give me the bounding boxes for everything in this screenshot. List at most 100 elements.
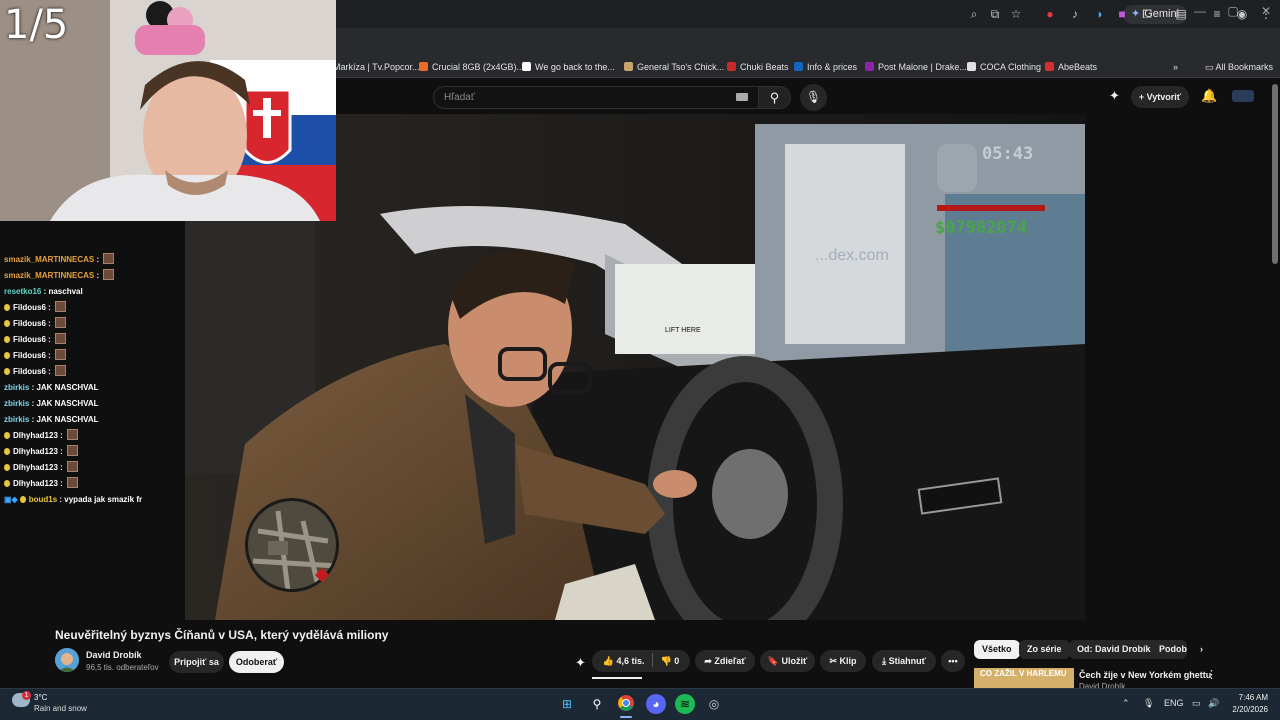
share-button[interactable]: ➦ Zdieľať: [695, 650, 755, 672]
thumbs-down-icon: 👎: [660, 656, 672, 666]
bookmark-item[interactable]: Post Malone | Drake...: [865, 59, 967, 75]
bookmark-item[interactable]: AbeBeats: [1045, 59, 1097, 75]
chip-from-channel[interactable]: Od: David Drobík: [1069, 640, 1159, 659]
weather-description[interactable]: Rain and snow: [34, 704, 87, 713]
mic-icon: 🎙: [805, 90, 822, 104]
bookmarks-overflow-icon[interactable]: »: [1173, 59, 1178, 75]
bookmark-star-icon[interactable]: ☆: [1008, 6, 1024, 22]
chat-username: Fildous6: [13, 367, 46, 376]
chat-message: Fildous6 :: [0, 348, 185, 364]
chat-emote-icon: [55, 301, 66, 312]
chat-badge-icon: [4, 304, 10, 311]
clip-button[interactable]: ✂ Klip: [820, 650, 866, 672]
bookmark-item[interactable]: General Tso's Chick...: [624, 59, 724, 75]
bell-icon[interactable]: 🔔: [1201, 88, 1217, 104]
mic-tray-icon[interactable]: 🎙: [1143, 698, 1154, 709]
minimize-button[interactable]: —: [1189, 4, 1211, 18]
extensions-puzzle-icon[interactable]: ⧠: [1139, 6, 1155, 22]
chat-separator: :: [94, 271, 102, 280]
profile-avatar-icon[interactable]: ◉: [1234, 6, 1250, 22]
chip-all[interactable]: Všetko: [974, 640, 1020, 659]
chip-series[interactable]: Zo série: [1019, 640, 1070, 659]
network-icon[interactable]: ▭: [1192, 698, 1201, 709]
channel-avatar[interactable]: [55, 648, 79, 672]
chat-badge-icon: [4, 432, 10, 439]
extension-icon[interactable]: ♪: [1067, 6, 1083, 22]
ai-sparkle-icon[interactable]: ✦: [575, 655, 586, 671]
join-button[interactable]: Pripojiť sa: [169, 651, 224, 673]
chat-separator: :: [94, 255, 102, 264]
chips-next-icon[interactable]: ›: [1192, 640, 1211, 659]
weather-badge: 1: [22, 691, 31, 700]
all-bookmarks-button[interactable]: ▭ All Bookmarks: [1205, 59, 1273, 75]
scissors-icon: ✂: [829, 656, 840, 666]
voice-search-button[interactable]: 🎙: [800, 84, 827, 111]
weather-temperature[interactable]: 3°C: [34, 693, 47, 702]
keyboard-icon[interactable]: [736, 93, 748, 101]
chat-separator: :: [45, 319, 53, 328]
chat-username: smazik_MARTINNECAS: [4, 271, 95, 280]
chip-similar[interactable]: Podob: [1151, 640, 1187, 659]
bookmark-item[interactable]: Info & prices: [794, 59, 857, 75]
volume-icon[interactable]: 🔊: [1208, 698, 1219, 709]
chat-username: Fildous6: [13, 303, 46, 312]
chat-message: Dlhyhad123 :: [0, 460, 185, 476]
clock-date[interactable]: 2/20/2026: [1226, 705, 1268, 714]
tray-overflow-icon[interactable]: ⌃: [1122, 698, 1130, 709]
chat-badge-icon: [19, 496, 26, 503]
chat-text: JAK NASCHVAL: [36, 399, 99, 408]
bookmark-item[interactable]: COCA Clothing: [967, 59, 1041, 75]
bookmark-item[interactable]: We go back to the...: [522, 59, 615, 75]
chat-message: Fildous6 :: [0, 332, 185, 348]
subscribe-button[interactable]: Odoberať: [229, 651, 284, 673]
save-button[interactable]: 🔖 Uložiť: [760, 650, 815, 672]
ai-sparkle-icon[interactable]: ✦: [1109, 88, 1120, 104]
create-button[interactable]: + Vytvoriť: [1131, 86, 1189, 108]
app-icon[interactable]: ◎: [704, 694, 724, 714]
discord-icon[interactable]: ◕: [646, 694, 666, 714]
bookmark-item[interactable]: Chuki Beats: [727, 59, 789, 75]
channel-name[interactable]: David Drobík: [86, 650, 142, 660]
chat-username: Dlhyhad123: [13, 447, 58, 456]
extension-icon[interactable]: ■: [1114, 6, 1130, 22]
scrollbar[interactable]: [1272, 84, 1278, 264]
account-avatar[interactable]: [1232, 90, 1254, 102]
dislike-button[interactable]: 👎 0: [661, 656, 680, 666]
chat-message: resetko16 : naschval: [0, 284, 185, 300]
chat-separator: :: [45, 367, 53, 376]
zoom-icon[interactable]: ⌕: [966, 6, 982, 22]
recommendation-title[interactable]: Čech žije v New Yorkém ghettu: [1079, 670, 1211, 680]
windows-start-icon[interactable]: ⊞: [557, 694, 577, 714]
chat-username: zbirkis: [4, 399, 30, 408]
clock-time[interactable]: 7:46 AM: [1236, 693, 1268, 702]
recommendation-menu-icon[interactable]: ⋮: [1206, 668, 1217, 681]
search-input[interactable]: Hľadať: [433, 86, 759, 109]
taskbar: [0, 688, 1280, 720]
spotify-icon[interactable]: ≋: [675, 694, 695, 714]
chrome-icon[interactable]: [616, 694, 636, 714]
bookmark-item[interactable]: Crucial 8GB (2x4GB)...: [419, 59, 524, 75]
dislike-count: 0: [674, 656, 680, 666]
menu-dots-icon[interactable]: ⋮: [1258, 6, 1274, 22]
search-button[interactable]: ⚲: [758, 86, 791, 109]
chrome-logo: [618, 695, 634, 711]
like-button[interactable]: 👍 4,6 tis.: [603, 656, 645, 666]
recommendation-thumbnail[interactable]: CO ZAŽIL V HARLEMU: [974, 668, 1074, 688]
language-indicator[interactable]: ENG: [1164, 698, 1184, 708]
download-button[interactable]: ⤓ Stiahnuť: [872, 650, 936, 672]
extension-icon[interactable]: ●: [1042, 6, 1058, 22]
cast-icon[interactable]: ⧉: [987, 6, 1003, 22]
taskbar-search-icon[interactable]: ⚲: [587, 694, 607, 714]
chat-message: Fildous6 :: [0, 300, 185, 316]
chat-text: naschval: [48, 287, 83, 296]
bookmark-favicon: [419, 62, 428, 71]
plus-icon: +: [1138, 92, 1147, 102]
extension-icon[interactable]: ◗: [1092, 6, 1108, 22]
chat-badge-icon: [4, 320, 10, 327]
reading-list-icon[interactable]: ▤: [1173, 6, 1189, 22]
bookmark-label: AbeBeats: [1058, 62, 1098, 72]
more-actions-button[interactable]: •••: [941, 650, 965, 672]
media-icon[interactable]: ≡: [1209, 6, 1225, 22]
bookmark-favicon: [1045, 62, 1054, 71]
chat-message: Dlhyhad123 :: [0, 444, 185, 460]
